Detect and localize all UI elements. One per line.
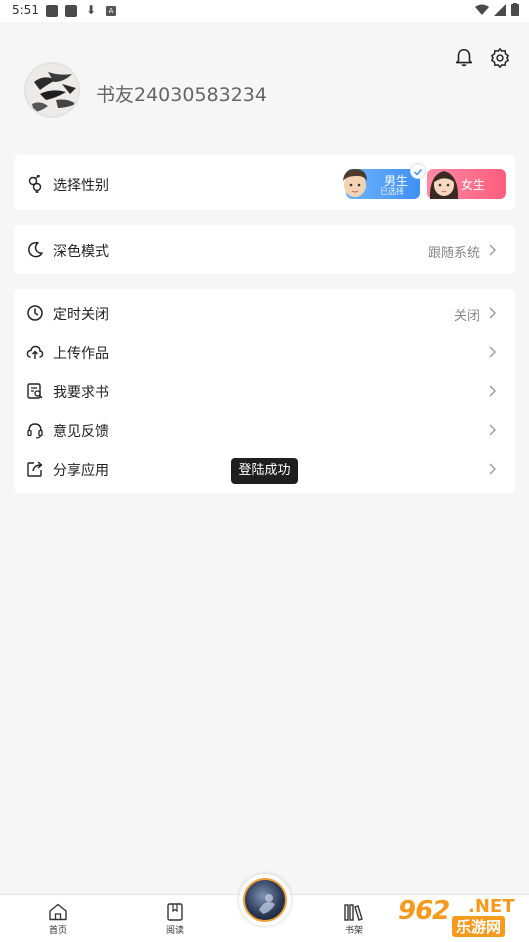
book-search-icon [27,383,43,399]
gender-label: 选择性别 [53,178,109,194]
upload-row[interactable]: 上传作品 [14,332,515,371]
moon-icon [28,241,43,258]
bookshelf-icon [344,904,363,921]
wifi-icon [475,4,489,15]
selected-check-icon [410,163,426,179]
watermark-site: 乐游网 [452,916,506,937]
nav-home[interactable]: 首页 [38,903,78,936]
avatar[interactable] [24,62,80,118]
login-success-toast: 登陆成功 [231,458,298,484]
chevron-right-icon [489,424,496,436]
timer-label: 定时关闭 [53,307,109,323]
avatar-image [26,64,78,116]
share-icon [27,461,43,477]
dark-mode-value: 跟随系统 [427,246,480,261]
chevron-right-icon [489,463,496,475]
current-book-cover [243,878,287,922]
upload-label: 上传作品 [53,346,109,362]
gear-icon[interactable] [489,47,511,69]
dark-mode-label: 深色模式 [53,244,109,260]
feedback-label: 意见反馈 [53,424,109,440]
username: 书友24030583234 [96,84,267,106]
timer-row[interactable]: 定时关闭 关闭 [14,293,515,332]
request-book-label: 我要求书 [53,385,109,401]
request-book-row[interactable]: 我要求书 [14,371,515,410]
male-face-icon [343,169,367,197]
bell-icon[interactable] [453,47,475,69]
feedback-row[interactable]: 意见反馈 [14,410,515,449]
share-label: 分享应用 [53,463,109,479]
chevron-right-icon [489,346,496,358]
male-selected-label: 已选择 [380,187,404,196]
download-icon: ⬇ [86,3,97,17]
gender-icon [28,175,42,193]
center-record-button[interactable] [239,874,291,926]
dark-mode-row[interactable]: 深色模式 跟随系统 [14,225,515,274]
status-right [475,3,519,16]
notification-icon [46,5,58,17]
battery-icon [511,3,519,16]
headset-icon [27,423,43,439]
status-bar: 5:51 ⬇ A [0,0,529,22]
female-option-button[interactable]: 女生 [427,169,506,199]
gender-row: 选择性别 男生 已选择 女生 [14,155,515,210]
chevron-right-icon [489,307,496,319]
profile-header: 书友24030583234 [0,22,529,140]
book-icon [167,903,183,921]
female-label: 女生 [461,178,486,192]
gender-card: 选择性别 男生 已选择 女生 [14,155,515,210]
home-icon [49,903,67,921]
watermark-net: .NET [468,896,515,917]
male-option-button[interactable]: 男生 已选择 [343,163,426,199]
notification-icon [65,5,77,17]
signal-icon [494,3,506,16]
chevron-right-icon [489,244,496,256]
dark-mode-card: 深色模式 跟随系统 [14,225,515,274]
a-badge-icon: A [106,6,116,16]
clock-icon [27,305,43,321]
chevron-right-icon [489,385,496,397]
timer-value: 关闭 [453,309,480,324]
watermark-logo: 962 .NET 乐游网 [390,894,529,942]
watermark-number: 962 [398,896,450,926]
nav-home-label: 首页 [48,926,67,936]
nav-shelf-label: 书架 [344,926,363,936]
nav-shelf[interactable]: 书架 [334,903,374,936]
nav-read[interactable]: 阅读 [155,903,195,936]
nav-read-label: 阅读 [165,926,184,936]
female-face-icon [429,171,459,199]
cloud-upload-icon [26,345,44,359]
status-time: 5:51 [12,3,39,17]
